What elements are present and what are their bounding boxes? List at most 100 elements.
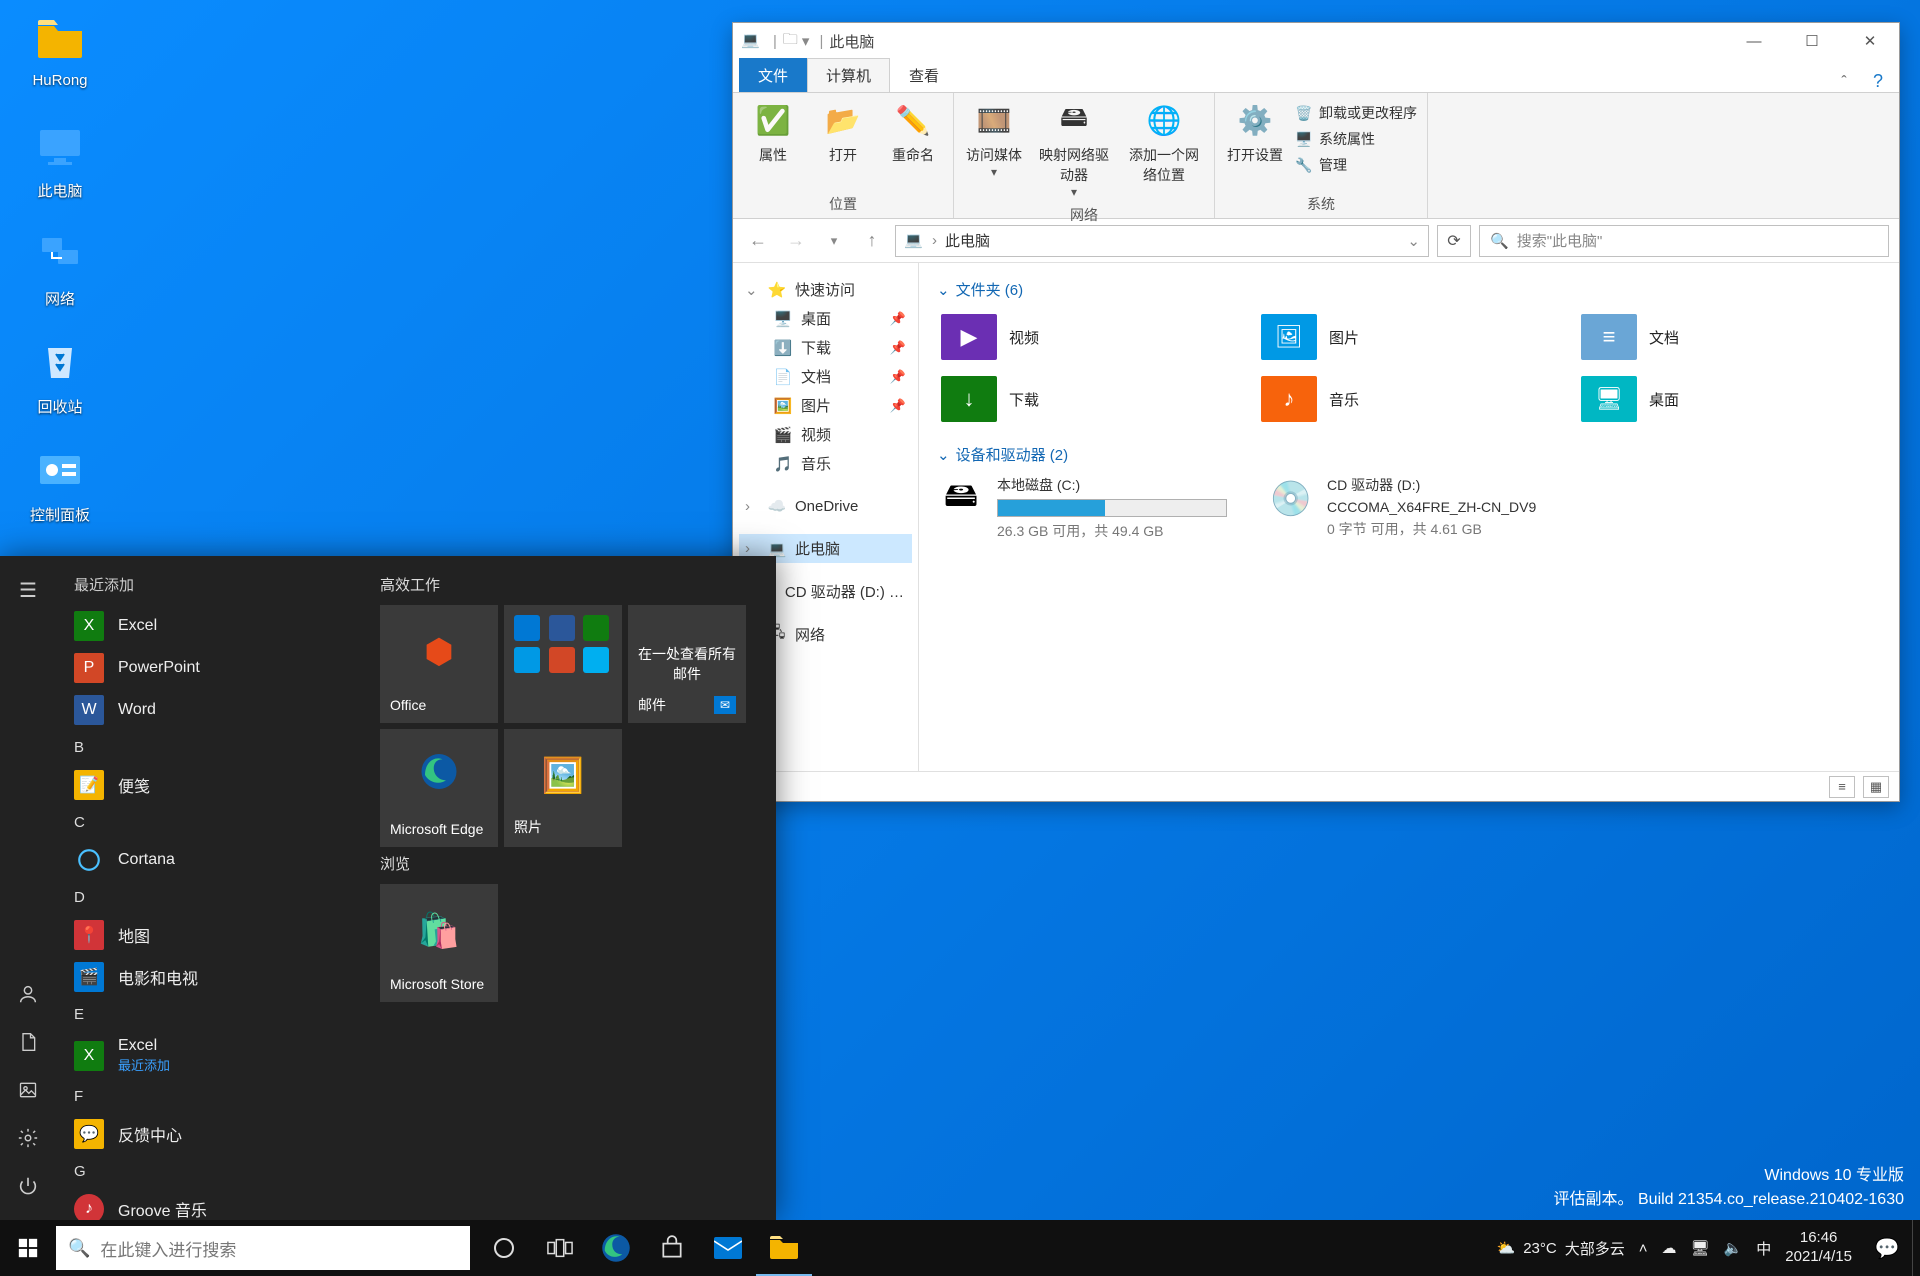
letter-g[interactable]: G	[62, 1155, 360, 1188]
manage-button[interactable]: 🔧管理	[1295, 155, 1417, 175]
open-settings-button[interactable]: ⚙️打开设置	[1225, 99, 1285, 165]
taskbar-search[interactable]: 🔍 在此键入进行搜索	[56, 1226, 470, 1270]
all-apps-list[interactable]: 最近添加 XExcel PPowerPoint WWord B 📝便笺 C Co…	[56, 556, 366, 1220]
letter-e[interactable]: E	[62, 998, 360, 1031]
desktop-icon-recyclebin[interactable]: 回收站	[10, 334, 110, 417]
minimize-button[interactable]: —	[1725, 23, 1783, 59]
tile-store[interactable]: 🛍️Microsoft Store	[380, 884, 498, 1002]
uninstall-programs-button[interactable]: 🗑️卸载或更改程序	[1295, 103, 1417, 123]
search-box[interactable]: 🔍 搜索"此电脑"	[1479, 225, 1889, 257]
power-button[interactable]	[0, 1162, 56, 1210]
drives-header[interactable]: ⌄设备和驱动器 (2)	[937, 444, 1881, 465]
start-button[interactable]	[0, 1220, 56, 1276]
expand-button[interactable]: ☰	[0, 566, 56, 614]
address-bar[interactable]: 💻 › 此电脑 ⌄	[895, 225, 1429, 257]
productivity-header[interactable]: 高效工作	[380, 574, 762, 595]
maximize-button[interactable]: ☐	[1783, 23, 1841, 59]
app-word[interactable]: WWord	[62, 689, 360, 731]
breadcrumb-segment[interactable]: 此电脑	[945, 230, 990, 251]
tray-overflow-button[interactable]: ˄	[1639, 1240, 1648, 1257]
folder-music[interactable]: ♪音乐	[1257, 372, 1557, 426]
drive-c[interactable]: 🖴 本地磁盘 (C:) 26.3 GB 可用，共 49.4 GB	[937, 475, 1237, 541]
tree-onedrive[interactable]: ›☁️OneDrive	[739, 492, 912, 520]
app-maps[interactable]: 📍地图	[62, 914, 360, 956]
settings-button[interactable]	[0, 1114, 56, 1162]
taskbar-file-explorer[interactable]	[756, 1220, 812, 1276]
ribbon-collapse-button[interactable]: ˆ	[1829, 74, 1859, 92]
app-sticky-notes[interactable]: 📝便笺	[62, 764, 360, 806]
tree-quick-access[interactable]: ⌄⭐快速访问	[739, 275, 912, 304]
action-center-button[interactable]: 💬	[1862, 1220, 1912, 1276]
cortana-button[interactable]	[476, 1220, 532, 1276]
chevron-down-icon[interactable]: ⌄	[1407, 232, 1420, 250]
chevron-right-icon[interactable]: ›	[745, 540, 759, 557]
documents-button[interactable]	[0, 1018, 56, 1066]
clock[interactable]: 16:46 2021/4/15	[1785, 1229, 1852, 1267]
add-network-location-button[interactable]: 🌐添加一个网络位置	[1124, 99, 1204, 185]
letter-c[interactable]: C	[62, 806, 360, 839]
open-button[interactable]: 📂打开	[813, 99, 873, 165]
browse-header[interactable]: 浏览	[380, 853, 762, 874]
app-cortana[interactable]: Cortana	[62, 839, 360, 881]
letter-d[interactable]: D	[62, 881, 360, 914]
pictures-button[interactable]	[0, 1066, 56, 1114]
show-desktop-button[interactable]	[1912, 1220, 1920, 1276]
tree-videos[interactable]: 🎬视频	[739, 420, 912, 449]
tree-desktop[interactable]: 🖥️桌面📌	[739, 304, 912, 333]
details-view-button[interactable]: ≡	[1829, 776, 1855, 798]
weather-widget[interactable]: ⛅ 23°C 大部多云	[1497, 1238, 1625, 1259]
folder-desktop[interactable]: 🖥桌面	[1577, 372, 1877, 426]
tray-volume-icon[interactable]: 🔈	[1724, 1239, 1743, 1257]
app-feedback-hub[interactable]: 💬反馈中心	[62, 1113, 360, 1155]
ime-indicator[interactable]: 中	[1756, 1238, 1771, 1259]
taskbar-edge[interactable]	[588, 1220, 644, 1276]
tile-photos[interactable]: 🖼️照片	[504, 729, 622, 847]
tile-edge[interactable]: Microsoft Edge	[380, 729, 498, 847]
close-button[interactable]: ✕	[1841, 23, 1899, 59]
folder-downloads[interactable]: ↓下载	[937, 372, 1237, 426]
tile-office[interactable]: ⬢ Office	[380, 605, 498, 723]
up-button[interactable]: ↑	[857, 226, 887, 256]
recent-locations-button[interactable]: ▾	[819, 226, 849, 256]
help-button[interactable]: ?	[1863, 71, 1893, 92]
tree-music[interactable]: 🎵音乐	[739, 449, 912, 478]
map-drive-button[interactable]: 🖴映射网络驱动器▾	[1034, 99, 1114, 199]
tray-network-icon[interactable]: 🖥	[1691, 1239, 1710, 1257]
chevron-down-icon[interactable]: ⌄	[745, 281, 759, 299]
tray-onedrive-icon[interactable]: ☁	[1662, 1239, 1677, 1257]
tree-pictures[interactable]: 🖼️图片📌	[739, 391, 912, 420]
task-view-button[interactable]	[532, 1220, 588, 1276]
taskbar-mail[interactable]	[700, 1220, 756, 1276]
taskbar-store[interactable]	[644, 1220, 700, 1276]
refresh-button[interactable]: ⟳	[1437, 225, 1471, 257]
forward-button[interactable]: →	[781, 226, 811, 256]
system-properties-button[interactable]: 🖥️系统属性	[1295, 129, 1417, 149]
app-groove-music[interactable]: ♪Groove 音乐	[62, 1188, 360, 1220]
desktop-icon-network[interactable]: 网络	[10, 226, 110, 309]
letter-f[interactable]: F	[62, 1080, 360, 1113]
folder-pictures[interactable]: 🖼图片	[1257, 310, 1557, 364]
folder-videos[interactable]: ▶视频	[937, 310, 1237, 364]
desktop-icon-controlpanel[interactable]: 控制面板	[10, 442, 110, 525]
tile-office-apps[interactable]	[504, 605, 622, 723]
drive-d[interactable]: 💿 CD 驱动器 (D:) CCCOMA_X64FRE_ZH-CN_DV9 0 …	[1267, 475, 1567, 541]
letter-b[interactable]: B	[62, 731, 360, 764]
app-excel-recent[interactable]: XExcel最近添加	[62, 1031, 360, 1080]
titlebar[interactable]: 💻 | 🗀 ▾ | 此电脑 — ☐ ✕	[733, 23, 1899, 59]
chevron-down-icon[interactable]: ▾	[802, 32, 810, 50]
tab-view[interactable]: 查看	[890, 58, 958, 92]
app-movies-tv[interactable]: 🎬电影和电视	[62, 956, 360, 998]
rename-button[interactable]: ✏️重命名	[883, 99, 943, 165]
back-button[interactable]: ←	[743, 226, 773, 256]
tile-mail[interactable]: 在一处查看所有 邮件 邮件 ✉	[628, 605, 746, 723]
qat-icon[interactable]: 🗀	[783, 29, 798, 54]
folders-header[interactable]: ⌄文件夹 (6)	[937, 279, 1881, 300]
tab-file[interactable]: 文件	[739, 58, 807, 92]
user-button[interactable]	[0, 970, 56, 1018]
app-powerpoint[interactable]: PPowerPoint	[62, 647, 360, 689]
tiles-view-button[interactable]: ▦	[1863, 776, 1889, 798]
properties-button[interactable]: ✅属性	[743, 99, 803, 165]
chevron-right-icon[interactable]: ›	[745, 498, 759, 515]
app-excel[interactable]: XExcel	[62, 605, 360, 647]
tree-downloads[interactable]: ⬇️下载📌	[739, 333, 912, 362]
